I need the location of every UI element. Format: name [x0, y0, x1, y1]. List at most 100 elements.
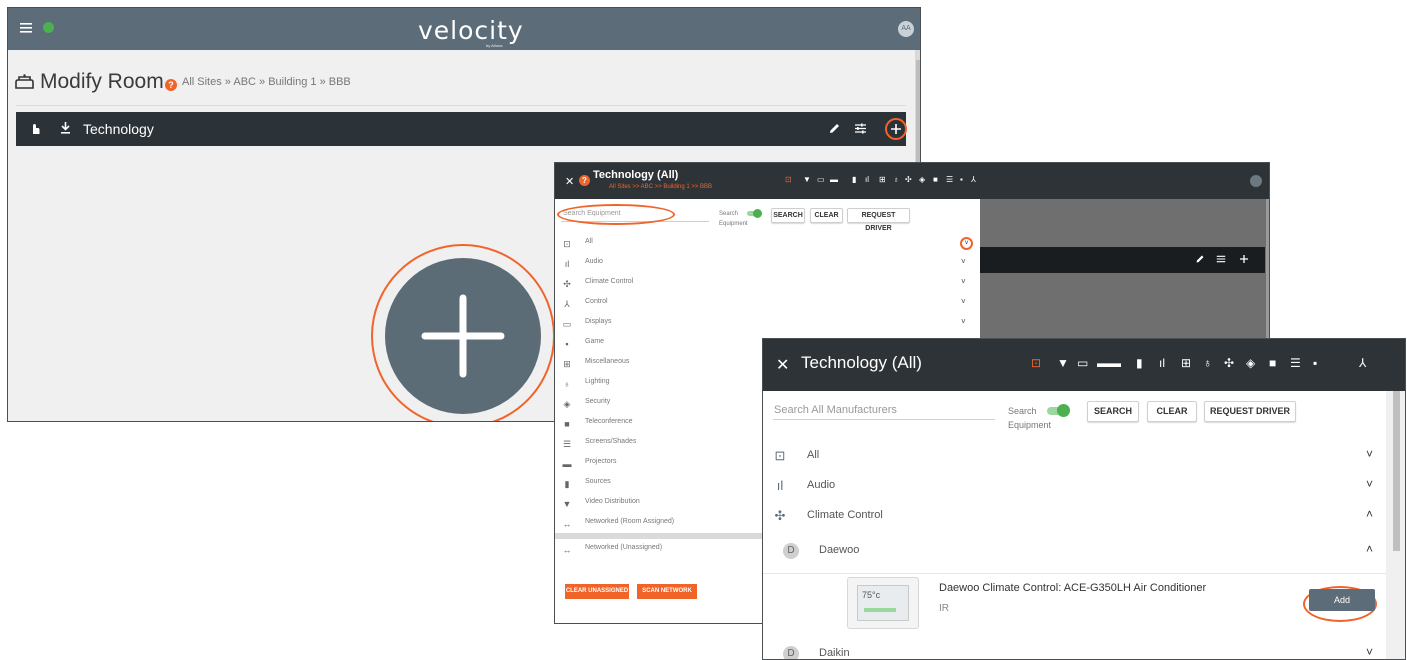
technology-label: Technology	[83, 121, 154, 137]
all-filter-icon[interactable]: ⊡	[1031, 356, 1041, 370]
display-filter-icon[interactable]: ▭	[817, 175, 825, 184]
fan-filter-icon[interactable]: ✣	[1224, 356, 1234, 370]
projector-filter-icon[interactable]: ▬	[830, 175, 838, 184]
control-filter-icon[interactable]: ⅄	[971, 175, 976, 184]
scrollbar[interactable]	[1386, 391, 1405, 659]
all-icon: ⊡	[774, 448, 786, 463]
bulb-icon: ♁	[563, 379, 571, 389]
product-name: Daewoo Climate Control: ACE-G350LH Air C…	[939, 582, 1207, 594]
misc-filter-icon[interactable]: ⊞	[879, 175, 886, 184]
modal-title: Technology (All)	[801, 353, 922, 372]
chevron-down-icon[interactable]: ˅	[1366, 447, 1373, 461]
brand-initial: D	[783, 646, 799, 659]
film-filter-icon[interactable]: ▮	[1136, 356, 1143, 370]
audio-filter-icon[interactable]: ıl	[865, 175, 869, 184]
category-all[interactable]: ⊡ All ˅	[555, 234, 980, 254]
clear-unassigned-button[interactable]: CLEAR UNASSIGNED	[565, 584, 629, 599]
category-displays[interactable]: ▭ Displays ˅	[555, 314, 980, 334]
game-icon: ▪	[565, 339, 569, 349]
search-equipment-toggle[interactable]	[1047, 404, 1070, 417]
avatar[interactable]: AA	[898, 21, 914, 37]
plug-filter-icon[interactable]: ▼	[803, 175, 811, 184]
game-filter-icon[interactable]: ▪	[1313, 356, 1317, 370]
search-equipment-toggle[interactable]	[747, 209, 762, 218]
chevron-down-icon[interactable]: ˅	[961, 257, 966, 266]
product-protocol: IR	[939, 603, 949, 614]
clear-button[interactable]: CLEAR	[810, 208, 843, 223]
network-icon: ↔	[562, 519, 572, 529]
category-audio[interactable]: ıl Audio ˅	[555, 254, 980, 274]
chevron-down-icon[interactable]: ˅	[960, 237, 973, 250]
control-icon: ⅄	[564, 299, 570, 309]
top-app-bar: velocity by Atlona AA	[8, 8, 920, 50]
breadcrumb[interactable]: All Sites » ABC » Building 1 » BBB	[182, 76, 351, 88]
chevron-up-icon[interactable]: ˄	[1366, 542, 1373, 556]
plus-icon	[1238, 253, 1250, 265]
modal-header: ✕ Technology (All) ⊡ ▼ ▭ ▬▬ ▮ ıl ⊞ ♁ ✣ ◈…	[763, 339, 1405, 391]
chevron-down-icon[interactable]: ˅	[961, 317, 966, 326]
control-filter-icon[interactable]: ⅄	[1359, 356, 1366, 370]
projector-filter-icon[interactable]: ▬▬	[1097, 356, 1121, 370]
tune-icon[interactable]	[854, 122, 867, 135]
search-input[interactable]: Search All Manufacturers	[774, 404, 897, 416]
help-icon[interactable]: ?	[165, 79, 177, 91]
edit-icon[interactable]	[828, 122, 841, 135]
scan-network-button[interactable]: SCAN NETWORK	[637, 584, 697, 599]
brand-name: Daewoo	[819, 544, 860, 556]
clear-button[interactable]: CLEAR	[1147, 401, 1197, 422]
all-filter-icon[interactable]: ⊡	[785, 175, 792, 184]
toggle-label: Search Equipment	[719, 211, 748, 227]
game-filter-icon[interactable]: ▪	[960, 175, 963, 184]
thermostat-screen: 75°c	[857, 585, 909, 621]
shield-filter-icon[interactable]: ◈	[919, 175, 925, 184]
bulb-filter-icon[interactable]: ♁	[1203, 356, 1212, 370]
list-filter-icon[interactable]: ☰	[946, 175, 953, 184]
list-filter-icon[interactable]: ☰	[1290, 356, 1301, 370]
help-icon[interactable]: ?	[579, 175, 590, 186]
search-button[interactable]: SEARCH	[1087, 401, 1139, 422]
all-icon: ⊡	[563, 239, 571, 249]
chevron-down-icon[interactable]: ˅	[961, 277, 966, 286]
close-icon[interactable]: ✕	[776, 355, 789, 375]
plug-filter-icon[interactable]: ▼	[1057, 356, 1069, 370]
category-control[interactable]: ⅄ Control ˅	[555, 294, 980, 314]
request-driver-button[interactable]: REQUEST DRIVER	[1204, 401, 1296, 422]
brand-subtitle: by Atlona	[486, 43, 503, 48]
audio-filter-icon[interactable]: ıl	[1159, 356, 1165, 370]
hand-icon[interactable]	[30, 121, 40, 135]
camera-icon: ■	[564, 419, 570, 429]
menu-icon[interactable]	[20, 23, 32, 33]
brand-row-daewoo[interactable]: D Daewoo ˄	[763, 536, 1386, 566]
shield-filter-icon[interactable]: ◈	[1246, 356, 1255, 370]
chevron-down-icon[interactable]: ˅	[961, 297, 966, 306]
display-filter-icon[interactable]: ▭	[1077, 356, 1088, 370]
add-technology-button[interactable]	[885, 118, 907, 140]
download-icon[interactable]	[60, 121, 71, 135]
film-filter-icon[interactable]: ▮	[852, 175, 856, 184]
projector-icon: ▬	[562, 459, 572, 469]
room-icon	[15, 74, 34, 89]
chevron-up-icon[interactable]: ˄	[1366, 507, 1373, 521]
request-driver-button[interactable]: REQUEST DRIVER	[847, 208, 910, 232]
add-button-zoom[interactable]	[385, 258, 541, 414]
fan-filter-icon[interactable]: ✣	[905, 175, 912, 184]
camera-filter-icon[interactable]: ■	[933, 175, 938, 184]
category-all[interactable]: ⊡ All ˅	[763, 441, 1386, 471]
camera-filter-icon[interactable]: ■	[1269, 356, 1276, 370]
edit-icon	[1195, 254, 1205, 264]
misc-filter-icon[interactable]: ⊞	[1181, 356, 1191, 370]
chevron-down-icon[interactable]: ˅	[1366, 645, 1373, 659]
modal-breadcrumb[interactable]: All Sites >> ABC >> Building 1 >> BBB	[609, 184, 712, 190]
close-icon[interactable]: ✕	[565, 175, 574, 188]
add-button[interactable]: Add	[1309, 589, 1375, 611]
chevron-down-icon[interactable]: ˅	[1366, 477, 1373, 491]
avatar	[1250, 175, 1262, 187]
audio-icon: ıl	[564, 259, 570, 269]
search-button[interactable]: SEARCH	[771, 208, 805, 223]
category-audio[interactable]: ıl Audio ˅	[763, 471, 1386, 501]
category-climate-control[interactable]: ✣ Climate Control ˄	[763, 501, 1386, 531]
list-icon: ☰	[562, 439, 572, 449]
bulb-filter-icon[interactable]: ♁	[893, 175, 899, 184]
category-climate-control[interactable]: ✣ Climate Control ˅	[555, 274, 980, 294]
brand-row-daikin[interactable]: D Daikin ˅	[763, 639, 1386, 659]
